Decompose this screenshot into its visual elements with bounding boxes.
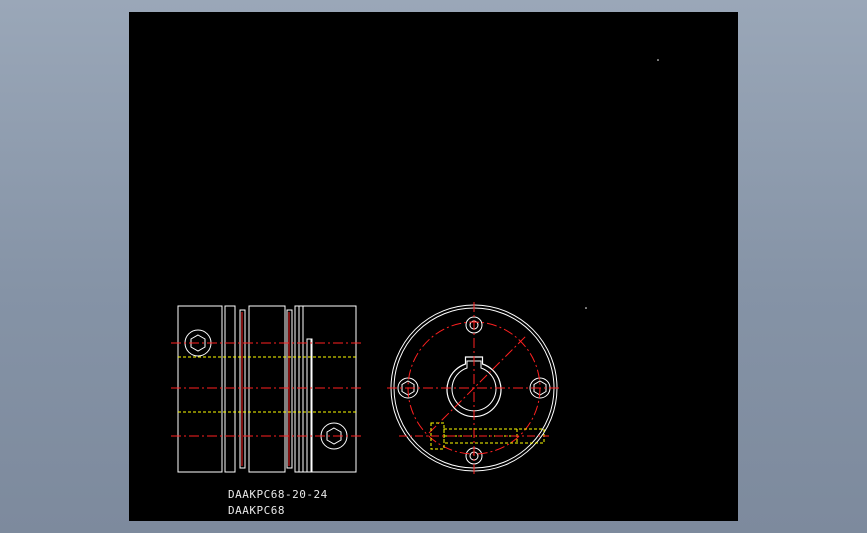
cad-drawing-canvas	[171, 59, 659, 474]
coupling-side-view	[177, 305, 357, 473]
spacer-left	[224, 305, 236, 473]
stray-point	[585, 307, 587, 309]
left-hub-outline	[177, 305, 223, 473]
drawing-label-model: DAAKPC68	[228, 504, 285, 517]
front-view-centerlines	[387, 302, 561, 474]
cad-drawing-viewport[interactable]: DAAKPC68-20-24 DAAKPC68	[129, 12, 738, 521]
drawing-label-part-number: DAAKPC68-20-24	[228, 488, 328, 501]
center-hub-outline	[248, 305, 286, 473]
stray-point	[657, 59, 659, 61]
side-view-hidden-lines	[178, 356, 356, 413]
